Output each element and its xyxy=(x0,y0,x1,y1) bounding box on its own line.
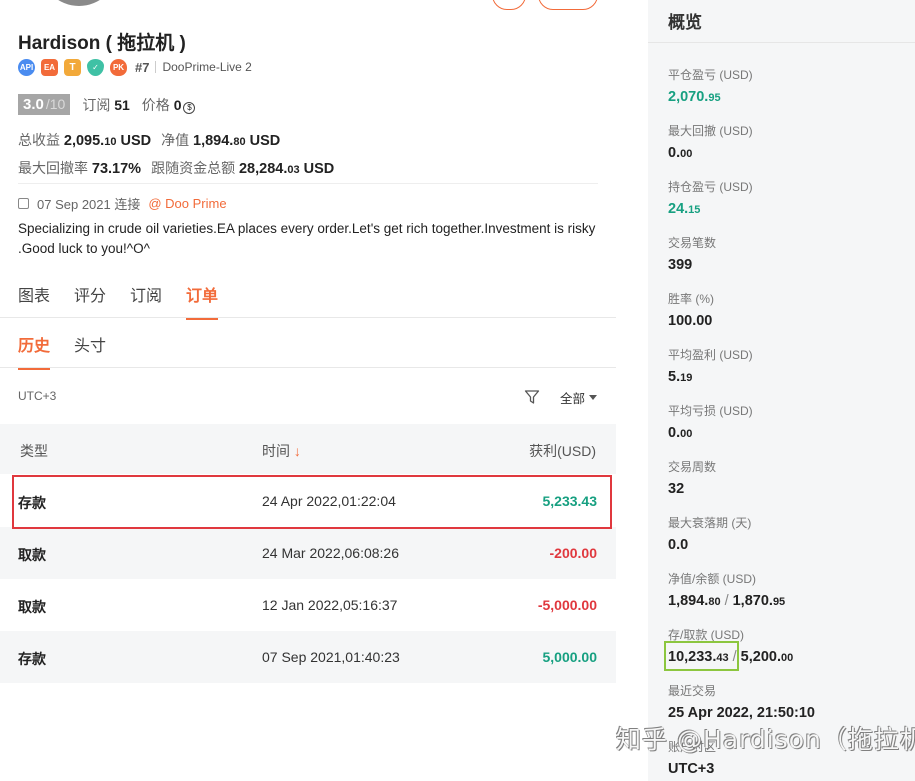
col-type: 类型 xyxy=(20,443,48,459)
score-value: 3.0 xyxy=(23,96,44,113)
rating-row: 3.0 /10 订阅 51 价格 0 $ xyxy=(18,94,196,115)
tab-rating[interactable]: 评分 xyxy=(74,282,106,320)
subtabs-divider xyxy=(0,367,616,368)
tab-orders[interactable]: 订单 xyxy=(186,282,219,320)
row-profit: -200.00 xyxy=(549,545,597,561)
stat-closed-pnl: 平仓盈亏 (USD) 2,070.95 xyxy=(668,68,753,105)
subscribe-count: 51 xyxy=(114,96,130,113)
tab-subscribe[interactable]: 订阅 xyxy=(130,282,162,320)
coin-icon: $ xyxy=(183,101,196,114)
trader-description: Specializing in crude oil varieties.EA p… xyxy=(18,221,596,256)
calendar-icon xyxy=(18,198,29,209)
main-tabs: 图表 评分 订阅 订单 xyxy=(18,282,219,320)
timezone-label: UTC+3 xyxy=(18,389,57,403)
row-time: 24 Mar 2022,06:08:26 xyxy=(262,545,399,561)
stat-max-drawdown: 最大回撤 (USD) 0.00 xyxy=(668,124,753,161)
subscribe-label: 订阅 xyxy=(82,96,111,113)
price-label: 价格 xyxy=(141,96,170,113)
total-profit-label: 总收益 xyxy=(18,132,60,148)
price-value: 0 xyxy=(173,96,182,113)
overview-title: 概览 xyxy=(668,13,702,32)
row-profit: -5,000.00 xyxy=(537,597,597,613)
pk-flame-icon: PK xyxy=(110,58,127,76)
highlight-annotation xyxy=(12,475,612,529)
table-header: 类型 时间 ↓ 获利(USD) xyxy=(0,424,616,474)
caret-down-icon xyxy=(589,395,598,400)
sort-down-icon: ↓ xyxy=(293,443,301,459)
col-time[interactable]: 时间 ↓ xyxy=(262,441,301,461)
score-max: /10 xyxy=(45,96,66,112)
table-row[interactable]: 取款 24 Mar 2022,06:08:26 -200.00 xyxy=(0,527,616,579)
watermark: 知乎 @Hardison（拖拉机） xyxy=(616,725,915,754)
broker-link[interactable]: @ Doo Prime xyxy=(148,196,226,211)
stat-avg-loss: 平均亏损 (USD) 0.00 xyxy=(668,404,753,441)
divider xyxy=(155,61,157,73)
ea-badge-icon: EA xyxy=(41,58,58,76)
badge-row: API EA T ✓ PK #7 DooPrime-Live 2 xyxy=(18,58,252,76)
profit-line: 总收益 2,095.10 USD 净值 1,894.80 USD xyxy=(18,130,280,150)
stat-equity-balance: 净值/余额 (USD) 1,894.80/1,870.95 xyxy=(668,572,786,609)
api-badge-icon: API xyxy=(18,58,35,76)
favorite-button[interactable] xyxy=(492,0,526,10)
stat-last-trade: 最近交易 25 Apr 2022, 21:50:10 xyxy=(668,684,815,721)
filter-icon[interactable] xyxy=(524,389,540,405)
follow-funds-value: 28,284.03 USD xyxy=(238,161,335,177)
stat-win-rate: 胜率 (%) 100.00 xyxy=(668,292,714,329)
tab-history[interactable]: 历史 xyxy=(18,332,51,370)
sub-tabs: 历史 头寸 xyxy=(18,332,106,370)
tab-positions[interactable]: 头寸 xyxy=(74,332,106,370)
equity-label: 净值 xyxy=(161,132,190,148)
follow-funds-label: 跟随资金总额 xyxy=(151,160,236,176)
filter-dropdown[interactable]: 全部 xyxy=(560,388,598,407)
connect-date: 07 Sep 2021 连接 xyxy=(37,197,141,212)
shield-check-icon: ✓ xyxy=(87,58,104,76)
rank-label: #7 xyxy=(135,59,150,75)
server-label: DooPrime-Live 2 xyxy=(162,60,252,74)
row-type: 取款 xyxy=(18,599,46,615)
stat-trade-count: 交易笔数 399 xyxy=(668,236,717,273)
t-badge-icon: T xyxy=(64,58,81,76)
table-row[interactable]: 取款 12 Jan 2022,05:16:37 -5,000.00 xyxy=(0,579,616,631)
tab-chart[interactable]: 图表 xyxy=(18,282,50,320)
equity-value: 1,894.80 USD xyxy=(193,133,281,149)
row-type: 取款 xyxy=(18,547,46,563)
trader-name: Hardison ( 拖拉机 ) xyxy=(18,33,186,54)
stat-max-decline: 最大衰落期 (天) 0.0 xyxy=(668,516,752,553)
connect-info: 07 Sep 2021 连接 @ Doo Prime xyxy=(18,194,227,213)
filter-dropdown-label: 全部 xyxy=(560,392,586,406)
divider xyxy=(18,183,598,184)
max-dd-label: 最大回撤率 xyxy=(18,160,88,176)
stat-avg-profit: 平均盈利 (USD) 5.19 xyxy=(668,348,753,385)
drawdown-line: 最大回撤率 73.17% 跟随资金总额 28,284.03 USD xyxy=(18,158,334,178)
tabs-divider xyxy=(0,317,616,318)
max-dd-value: 73.17% xyxy=(91,161,142,177)
table-row[interactable]: 存款 07 Sep 2021,01:40:23 5,000.00 xyxy=(0,631,616,683)
stat-open-pnl: 持仓盈亏 (USD) 24.15 xyxy=(668,180,753,217)
score-badge: 3.0 /10 xyxy=(18,94,71,115)
total-profit-value: 2,095.10 USD xyxy=(63,133,152,149)
follow-button[interactable] xyxy=(538,0,598,10)
left-panel: Hardison ( 拖拉机 ) API EA T ✓ PK #7 DooPri… xyxy=(0,0,616,781)
avatar[interactable] xyxy=(40,0,118,6)
row-time: 07 Sep 2021,01:40:23 xyxy=(262,649,400,665)
row-type: 存款 xyxy=(18,651,46,667)
col-profit: 获利(USD) xyxy=(529,443,596,459)
row-profit: 5,000.00 xyxy=(542,649,598,665)
stat-trade-weeks: 交易周数 32 xyxy=(668,460,717,497)
overview-divider xyxy=(648,42,915,43)
highlight-annotation-green xyxy=(664,641,739,671)
row-time: 12 Jan 2022,05:16:37 xyxy=(262,597,398,613)
